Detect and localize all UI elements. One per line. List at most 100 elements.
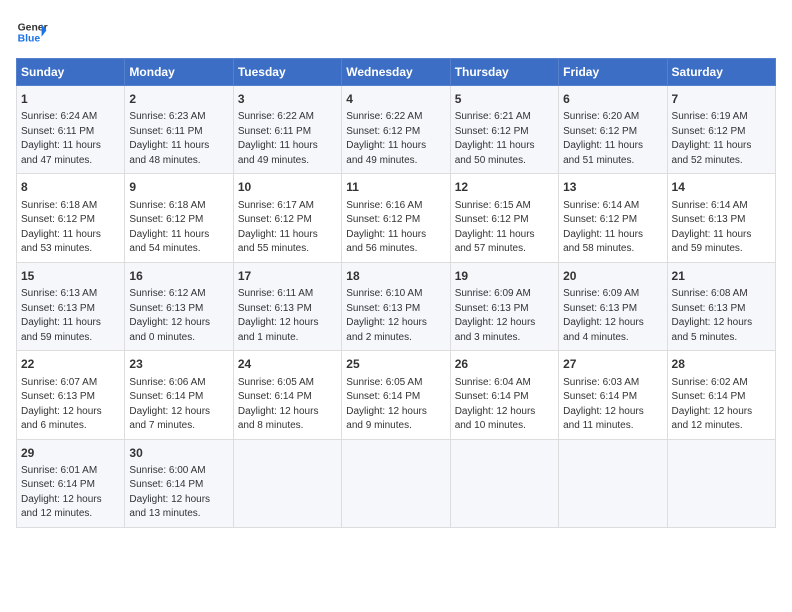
day-number: 14 — [672, 179, 771, 196]
day-info: and 59 minutes. — [672, 242, 771, 257]
day-number: 29 — [21, 445, 120, 462]
day-info: Sunset: 6:14 PM — [346, 390, 445, 405]
day-number: 6 — [563, 91, 662, 108]
day-info: Sunrise: 6:05 AM — [238, 376, 337, 391]
day-info: and 11 minutes. — [563, 419, 662, 434]
day-number: 13 — [563, 179, 662, 196]
day-info: and 13 minutes. — [129, 507, 228, 522]
day-number: 19 — [455, 268, 554, 285]
day-info: Sunrise: 6:18 AM — [21, 199, 120, 214]
day-number: 11 — [346, 179, 445, 196]
calendar-cell — [450, 439, 558, 527]
day-info: Daylight: 12 hours — [672, 405, 771, 420]
day-info: Daylight: 12 hours — [346, 405, 445, 420]
day-number: 30 — [129, 445, 228, 462]
calendar-cell: 16Sunrise: 6:12 AMSunset: 6:13 PMDayligh… — [125, 262, 233, 350]
calendar-cell: 20Sunrise: 6:09 AMSunset: 6:13 PMDayligh… — [559, 262, 667, 350]
day-info: Sunrise: 6:18 AM — [129, 199, 228, 214]
day-info: Sunset: 6:14 PM — [672, 390, 771, 405]
day-info: Daylight: 11 hours — [346, 139, 445, 154]
weekday-header: Thursday — [450, 59, 558, 86]
day-number: 24 — [238, 356, 337, 373]
day-info: Sunset: 6:13 PM — [21, 390, 120, 405]
day-info: and 50 minutes. — [455, 154, 554, 169]
calendar-week-row: 15Sunrise: 6:13 AMSunset: 6:13 PMDayligh… — [17, 262, 776, 350]
day-info: Sunrise: 6:09 AM — [455, 287, 554, 302]
day-info: and 53 minutes. — [21, 242, 120, 257]
day-info: Sunrise: 6:23 AM — [129, 110, 228, 125]
calendar-week-row: 22Sunrise: 6:07 AMSunset: 6:13 PMDayligh… — [17, 351, 776, 439]
day-info: Daylight: 11 hours — [672, 228, 771, 243]
day-info: and 6 minutes. — [21, 419, 120, 434]
day-number: 10 — [238, 179, 337, 196]
day-info: Daylight: 11 hours — [455, 228, 554, 243]
day-info: and 0 minutes. — [129, 331, 228, 346]
day-info: Sunrise: 6:05 AM — [346, 376, 445, 391]
day-info: Sunset: 6:13 PM — [563, 302, 662, 317]
weekday-header: Sunday — [17, 59, 125, 86]
logo: General Blue — [16, 16, 48, 48]
day-info: Daylight: 11 hours — [238, 228, 337, 243]
day-info: and 5 minutes. — [672, 331, 771, 346]
day-info: Sunset: 6:12 PM — [129, 213, 228, 228]
day-info: and 58 minutes. — [563, 242, 662, 257]
day-info: and 3 minutes. — [455, 331, 554, 346]
day-info: Daylight: 11 hours — [21, 228, 120, 243]
calendar-cell: 29Sunrise: 6:01 AMSunset: 6:14 PMDayligh… — [17, 439, 125, 527]
day-info: Sunset: 6:12 PM — [455, 213, 554, 228]
day-info: and 2 minutes. — [346, 331, 445, 346]
day-info: Sunrise: 6:24 AM — [21, 110, 120, 125]
day-info: Sunset: 6:11 PM — [129, 125, 228, 140]
day-info: and 52 minutes. — [672, 154, 771, 169]
day-info: Daylight: 11 hours — [238, 139, 337, 154]
calendar-cell: 27Sunrise: 6:03 AMSunset: 6:14 PMDayligh… — [559, 351, 667, 439]
calendar-cell — [342, 439, 450, 527]
day-info: Sunrise: 6:02 AM — [672, 376, 771, 391]
calendar-week-row: 1Sunrise: 6:24 AMSunset: 6:11 PMDaylight… — [17, 86, 776, 174]
day-info: Daylight: 12 hours — [21, 493, 120, 508]
day-number: 4 — [346, 91, 445, 108]
day-info: Sunset: 6:14 PM — [238, 390, 337, 405]
calendar-cell: 15Sunrise: 6:13 AMSunset: 6:13 PMDayligh… — [17, 262, 125, 350]
day-info: Sunset: 6:12 PM — [563, 125, 662, 140]
day-info: Sunset: 6:12 PM — [21, 213, 120, 228]
calendar-table: SundayMondayTuesdayWednesdayThursdayFrid… — [16, 58, 776, 528]
day-number: 16 — [129, 268, 228, 285]
day-info: Sunset: 6:13 PM — [21, 302, 120, 317]
calendar-cell: 9Sunrise: 6:18 AMSunset: 6:12 PMDaylight… — [125, 174, 233, 262]
calendar-week-row: 29Sunrise: 6:01 AMSunset: 6:14 PMDayligh… — [17, 439, 776, 527]
day-info: Sunrise: 6:11 AM — [238, 287, 337, 302]
calendar-cell: 4Sunrise: 6:22 AMSunset: 6:12 PMDaylight… — [342, 86, 450, 174]
day-info: Daylight: 12 hours — [238, 405, 337, 420]
calendar-cell: 17Sunrise: 6:11 AMSunset: 6:13 PMDayligh… — [233, 262, 341, 350]
day-info: Daylight: 12 hours — [129, 493, 228, 508]
day-info: Daylight: 12 hours — [672, 316, 771, 331]
day-info: Daylight: 11 hours — [455, 139, 554, 154]
day-info: Sunset: 6:11 PM — [238, 125, 337, 140]
day-number: 22 — [21, 356, 120, 373]
day-info: Sunrise: 6:08 AM — [672, 287, 771, 302]
day-number: 2 — [129, 91, 228, 108]
day-info: Sunrise: 6:21 AM — [455, 110, 554, 125]
day-info: and 12 minutes. — [21, 507, 120, 522]
day-number: 17 — [238, 268, 337, 285]
calendar-week-row: 8Sunrise: 6:18 AMSunset: 6:12 PMDaylight… — [17, 174, 776, 262]
day-info: Sunrise: 6:03 AM — [563, 376, 662, 391]
day-info: and 49 minutes. — [346, 154, 445, 169]
day-info: Sunrise: 6:12 AM — [129, 287, 228, 302]
day-info: and 8 minutes. — [238, 419, 337, 434]
weekday-header: Tuesday — [233, 59, 341, 86]
calendar-cell: 1Sunrise: 6:24 AMSunset: 6:11 PMDaylight… — [17, 86, 125, 174]
day-number: 20 — [563, 268, 662, 285]
day-info: and 49 minutes. — [238, 154, 337, 169]
day-info: Sunset: 6:13 PM — [129, 302, 228, 317]
calendar-cell: 23Sunrise: 6:06 AMSunset: 6:14 PMDayligh… — [125, 351, 233, 439]
day-info: Sunset: 6:13 PM — [346, 302, 445, 317]
day-info: Sunset: 6:12 PM — [238, 213, 337, 228]
day-info: Sunrise: 6:22 AM — [238, 110, 337, 125]
day-info: Daylight: 11 hours — [21, 316, 120, 331]
calendar-cell: 19Sunrise: 6:09 AMSunset: 6:13 PMDayligh… — [450, 262, 558, 350]
day-info: and 59 minutes. — [21, 331, 120, 346]
day-info: and 51 minutes. — [563, 154, 662, 169]
day-info: Sunset: 6:14 PM — [129, 390, 228, 405]
